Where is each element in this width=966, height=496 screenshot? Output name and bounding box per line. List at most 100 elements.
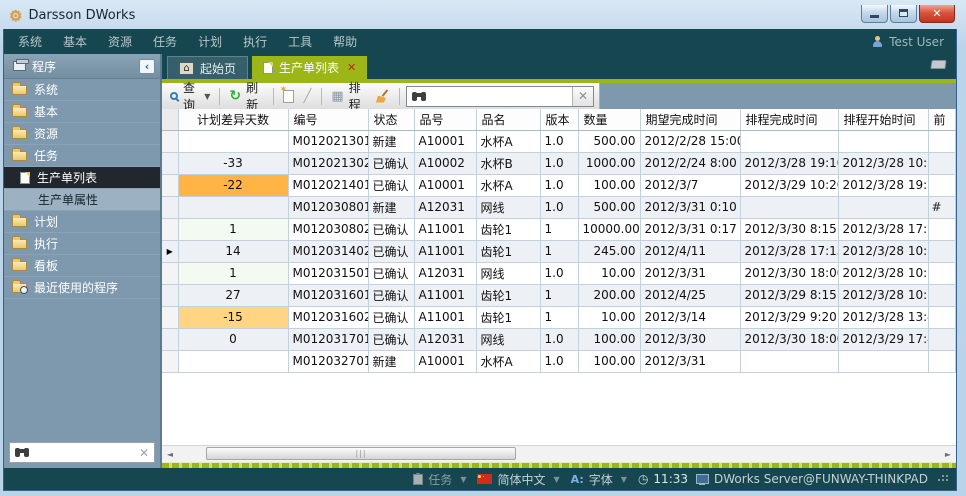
column-header[interactable]: 期望完成时间 [640, 109, 740, 130]
table-cell[interactable]: A12031 [414, 196, 476, 218]
table-cell[interactable]: 2012/3/30 18:00 [740, 262, 838, 284]
table-cell[interactable] [928, 174, 956, 196]
table-cell[interactable] [838, 350, 928, 372]
table-cell[interactable]: M012031501 [288, 262, 368, 284]
table-row[interactable]: -33M012021302已确认A10002水杯B1.01000.002012/… [162, 152, 956, 174]
table-cell[interactable]: 2012/3/30 8:15 [740, 218, 838, 240]
column-header[interactable]: 品号 [414, 109, 476, 130]
clear-grid-search-button[interactable]: ✕ [572, 87, 593, 106]
plan-diff-cell[interactable]: 0 [178, 328, 288, 350]
record-selector-cell[interactable] [162, 152, 178, 174]
plan-diff-cell[interactable]: -22 [178, 174, 288, 196]
table-cell[interactable]: 2012/3/31 0:10 [640, 196, 740, 218]
tab-start-page[interactable]: ⌂ 起始页 [167, 56, 248, 79]
scrollbar-thumb[interactable]: ||| [206, 447, 516, 460]
plan-diff-cell[interactable] [178, 196, 288, 218]
table-cell[interactable]: 水杯A [476, 174, 540, 196]
table-cell[interactable]: 网线 [476, 328, 540, 350]
table-cell[interactable]: 2012/3/29 10:20 [740, 174, 838, 196]
table-cell[interactable]: 2012/3/28 17:13 [740, 240, 838, 262]
task-menu[interactable]: 任务 ▼ [413, 471, 469, 488]
table-cell[interactable]: M012021302 [288, 152, 368, 174]
table-cell[interactable]: 已确认 [368, 218, 414, 240]
sidebar-item[interactable]: 系统 [4, 79, 160, 101]
table-cell[interactable]: 500.00 [578, 130, 640, 152]
table-row[interactable]: M012021301新建A10001水杯A1.0500.002012/2/28 … [162, 130, 956, 152]
table-cell[interactable]: A10001 [414, 350, 476, 372]
table-cell[interactable] [928, 218, 956, 240]
table-cell[interactable]: 2012/3/28 10:52 [838, 284, 928, 306]
table-cell[interactable]: 水杯B [476, 152, 540, 174]
table-row[interactable]: 1M012031501已确认A12031网线1.010.002012/3/312… [162, 262, 956, 284]
table-cell[interactable]: 新建 [368, 196, 414, 218]
menu-item[interactable]: 资源 [108, 33, 132, 50]
table-cell[interactable]: 2012/4/11 [640, 240, 740, 262]
table-cell[interactable]: 1.0 [540, 152, 578, 174]
broom-icon[interactable] [375, 89, 390, 104]
clear-search-icon[interactable]: ✕ [139, 446, 149, 460]
table-row[interactable]: ▶14M012031402已确认A11001齿轮11245.002012/4/1… [162, 240, 956, 262]
table-cell[interactable]: 已确认 [368, 306, 414, 328]
record-selector-cell[interactable] [162, 284, 178, 306]
column-header[interactable]: 状态 [368, 109, 414, 130]
table-cell[interactable]: 2012/3/30 [640, 328, 740, 350]
record-selector-cell[interactable] [162, 174, 178, 196]
table-cell[interactable] [928, 284, 956, 306]
table-row[interactable]: 0M012031701已确认A12031网线1.0100.002012/3/30… [162, 328, 956, 350]
tab-production-order-list[interactable]: 生产单列表 ✕ [252, 56, 367, 79]
record-selector-cell[interactable] [162, 130, 178, 152]
menu-item[interactable]: 帮助 [333, 33, 357, 50]
menu-item[interactable]: 基本 [63, 33, 87, 50]
table-cell[interactable]: M012031701 [288, 328, 368, 350]
plan-diff-cell[interactable]: -15 [178, 306, 288, 328]
table-cell[interactable]: 已确认 [368, 328, 414, 350]
table-cell[interactable]: 2012/3/28 10:52 [838, 262, 928, 284]
table-cell[interactable]: 齿轮1 [476, 284, 540, 306]
table-cell[interactable] [928, 152, 956, 174]
record-selector-cell[interactable] [162, 218, 178, 240]
collapse-sidebar-button[interactable]: ‹ [139, 59, 155, 74]
table-cell[interactable] [928, 262, 956, 284]
table-cell[interactable]: 2012/2/24 8:00 [640, 152, 740, 174]
scroll-right-icon[interactable]: ► [940, 446, 956, 463]
close-button[interactable]: ✕ [919, 5, 955, 23]
table-cell[interactable]: 1.0 [540, 196, 578, 218]
new-document-icon[interactable] [283, 90, 294, 103]
chevron-down-icon[interactable]: ▼ [621, 475, 627, 484]
sidebar-item[interactable]: 任务 [4, 145, 160, 167]
table-cell[interactable] [838, 130, 928, 152]
table-cell[interactable]: A11001 [414, 240, 476, 262]
table-cell[interactable]: 已确认 [368, 152, 414, 174]
resize-grip-icon[interactable] [942, 475, 944, 477]
table-cell[interactable]: 齿轮1 [476, 240, 540, 262]
chevron-down-icon[interactable]: ▼ [553, 475, 559, 484]
table-cell[interactable]: 2012/3/28 19:10 [838, 174, 928, 196]
table-cell[interactable]: 2012/3/31 [640, 262, 740, 284]
table-cell[interactable]: 1.0 [540, 350, 578, 372]
table-cell[interactable]: 100.00 [578, 174, 640, 196]
plan-diff-cell[interactable]: 14 [178, 240, 288, 262]
table-cell[interactable]: 2012/2/28 15:00 [640, 130, 740, 152]
sidebar-search-input[interactable] [34, 446, 134, 460]
table-cell[interactable]: 500.00 [578, 196, 640, 218]
current-row-marker[interactable]: ▶ [162, 240, 178, 262]
table-cell[interactable]: A11001 [414, 218, 476, 240]
table-cell[interactable]: 100.00 [578, 328, 640, 350]
table-cell[interactable]: 2012/3/7 [640, 174, 740, 196]
table-cell[interactable] [740, 350, 838, 372]
record-selector-cell[interactable] [162, 196, 178, 218]
table-cell[interactable]: 10.00 [578, 306, 640, 328]
column-header[interactable]: 排程完成时间 [740, 109, 838, 130]
column-header[interactable]: 前 [928, 109, 956, 130]
table-cell[interactable]: 新建 [368, 130, 414, 152]
table-cell[interactable] [928, 328, 956, 350]
table-cell[interactable]: A10002 [414, 152, 476, 174]
sidebar-item[interactable]: 看板 [4, 255, 160, 277]
record-selector-cell[interactable] [162, 350, 178, 372]
grid-search-input[interactable] [431, 89, 567, 103]
chevron-down-icon[interactable]: ▼ [460, 475, 466, 484]
table-cell[interactable] [838, 196, 928, 218]
table-cell[interactable] [740, 130, 838, 152]
table-cell[interactable] [740, 196, 838, 218]
table-cell[interactable]: 2012/4/25 [640, 284, 740, 306]
